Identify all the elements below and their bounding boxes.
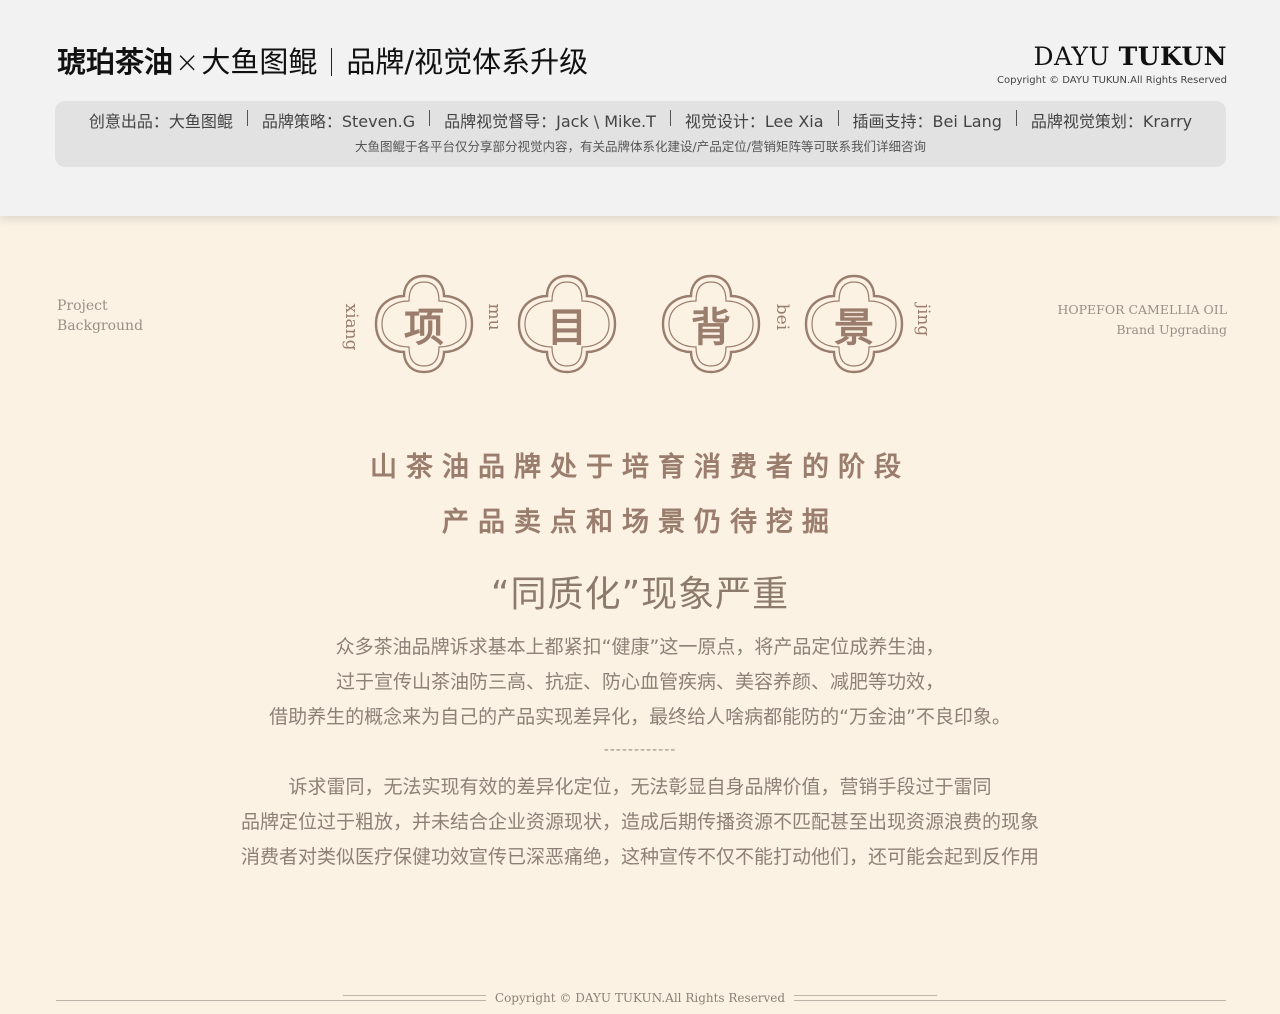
section-label-left-line2: Background xyxy=(57,318,144,334)
para1-line-2: 过于宣传山茶油防三高、抗症、防心血管疾病、美容养颜、减肥等功效， xyxy=(335,671,944,693)
pinyin-xiang: xiang xyxy=(341,303,361,351)
section-headline: “同质化”现象严重 xyxy=(490,574,790,615)
badge-char-jing: 景 xyxy=(834,304,874,351)
para1-line-1: 众多茶油品牌诉求基本上都紧扣“健康”这一原点，将产品定位成养生油， xyxy=(335,636,945,658)
logo-light-word: DAYU xyxy=(1033,42,1111,71)
para1-line-3: 借助养生的概念来为自己的产品实现差异化，最终给人啥病都能防的“万金油”不良印象。 xyxy=(269,706,1011,728)
credit-planning: 品牌视觉策划：Krarry xyxy=(1030,112,1193,131)
lead-line-1: 山茶油品牌处于培育消费者的阶段 xyxy=(370,452,910,483)
credit-separator xyxy=(837,110,839,126)
badge-char-bei: 背 xyxy=(691,304,731,351)
badge-mu: 目 xyxy=(515,272,619,376)
para2-line-2: 品牌定位过于粗放，并未结合企业资源现状，造成后期传播资源不匹配甚至出现资源浪费的… xyxy=(240,811,1039,833)
section-label-right-line1: HOPEFOR CAMELLIA OIL xyxy=(1057,302,1227,317)
credit-design: 视觉设计：Lee Xia xyxy=(684,112,824,131)
project-subject: 品牌/视觉体系升级 xyxy=(346,45,589,79)
credit-separator xyxy=(246,110,248,126)
logo-bold-word: TUKUN xyxy=(1118,42,1227,71)
page-title: 琥珀茶油×大鱼图鲲 品牌/视觉体系升级 xyxy=(57,42,588,82)
credit-separator xyxy=(429,110,431,126)
badge-char-mu: 目 xyxy=(547,304,587,351)
brand-name: 琥珀茶油 xyxy=(57,45,174,79)
credit-separator xyxy=(1015,110,1017,126)
section-label-left-line1: Project xyxy=(57,298,108,314)
pinyin-bei: bei xyxy=(772,303,792,331)
badge-char-xiang: 项 xyxy=(404,304,444,351)
lead-line-2: 产品卖点和场景仍待挖掘 xyxy=(442,507,838,538)
header-band: 琥珀茶油×大鱼图鲲 品牌/视觉体系升级 DAYU TUKUN Copyright … xyxy=(0,0,1280,216)
section-label-left: Project Background xyxy=(57,296,143,336)
section-label-right: HOPEFOR CAMELLIA OIL Brand Upgrading xyxy=(1057,300,1227,340)
credit-illustration: 插画支持：Bei Lang xyxy=(852,112,1002,131)
pinyin-mu: mu xyxy=(484,303,504,331)
para2-line-1: 诉求雷同，无法实现有效的差异化定位，无法彰显自身品牌价值，营销手段过于雷同 xyxy=(288,776,992,798)
badge-jing: 景 xyxy=(802,272,906,376)
para2-line-3: 消费者对类似医疗保健功效宣传已深恶痛绝，这种宣传不仅不能打动他们，还可能会起到反… xyxy=(240,846,1039,868)
credits-panel: 创意出品：大鱼图鲲 品牌策略：Steven.G 品牌视觉督导：Jack \ Mi… xyxy=(55,101,1226,167)
logo-wordmark: DAYU TUKUN xyxy=(997,40,1227,74)
studio-logo: DAYU TUKUN Copyright © DAYU TUKUN.All Ri… xyxy=(997,40,1227,88)
pinyin-jing: jing xyxy=(913,303,933,337)
title-divider xyxy=(331,48,333,76)
credits-note: 大鱼图鲲于各平台仅分享部分视觉内容，有关品牌体系化建设/产品定位/营销矩阵等可联… xyxy=(355,139,926,154)
badge-bei: 背 xyxy=(659,272,763,376)
section-label-right-line2: Brand Upgrading xyxy=(1116,322,1227,337)
badge-xiang: 项 xyxy=(372,272,476,376)
collab-cross: × xyxy=(175,45,200,79)
footer-copyright: Copyright © DAYU TUKUN.All Rights Reserv… xyxy=(494,991,786,1005)
credit-strategy: 品牌策略：Steven.G xyxy=(261,112,416,131)
credit-separator xyxy=(669,110,671,126)
partner-name: 大鱼图鲲 xyxy=(201,45,318,79)
credit-creative: 创意出品：大鱼图鲲 xyxy=(88,112,233,131)
credit-supervision: 品牌视觉督导：Jack \ Mike.T xyxy=(444,112,656,131)
dashed-divider: ------------ xyxy=(603,742,677,758)
credits-row: 创意出品：大鱼图鲲 品牌策略：Steven.G 品牌视觉督导：Jack \ Mi… xyxy=(55,110,1226,134)
header-copyright: Copyright © DAYU TUKUN.All Rights Reserv… xyxy=(997,75,1227,86)
